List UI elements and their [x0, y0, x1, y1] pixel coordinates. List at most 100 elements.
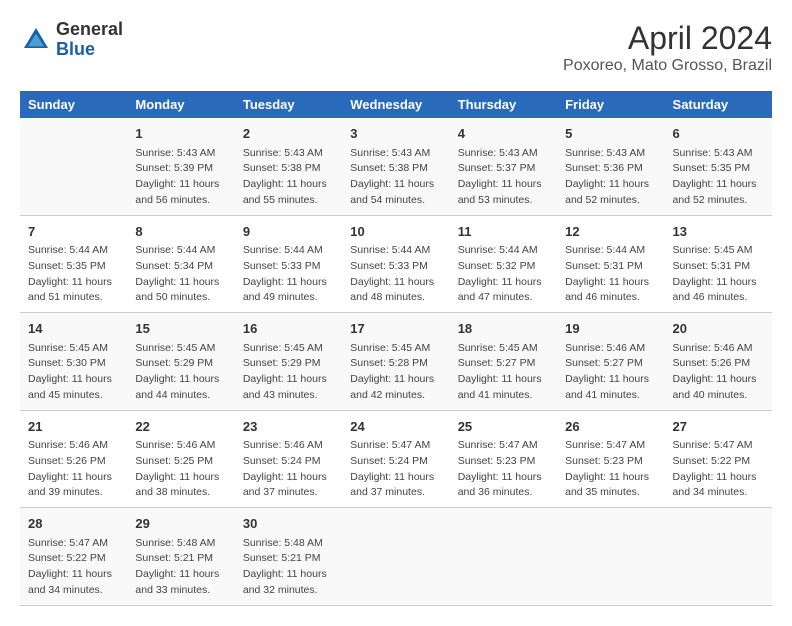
- day-number: 21: [28, 417, 119, 437]
- day-cell: 20 Sunrise: 5:46 AM Sunset: 5:26 PM Dayli…: [665, 313, 772, 411]
- day-cell: 25Sunrise: 5:47 AM Sunset: 5:23 PM Dayli…: [450, 410, 557, 508]
- day-info: Sunrise: 5:44 AM Sunset: 5:32 PM Dayligh…: [458, 244, 542, 303]
- day-cell: [342, 508, 449, 606]
- day-cell: [20, 118, 127, 215]
- column-header-tuesday: Tuesday: [235, 91, 342, 118]
- day-info: Sunrise: 5:44 AM Sunset: 5:33 PM Dayligh…: [243, 244, 327, 303]
- day-number: 22: [135, 417, 226, 437]
- day-info: Sunrise: 5:47 AM Sunset: 5:22 PM Dayligh…: [673, 439, 757, 498]
- day-number: 2: [243, 124, 334, 144]
- week-row-2: 7Sunrise: 5:44 AM Sunset: 5:35 PM Daylig…: [20, 215, 772, 313]
- day-cell: 23Sunrise: 5:46 AM Sunset: 5:24 PM Dayli…: [235, 410, 342, 508]
- logo-blue-text: Blue: [56, 39, 95, 59]
- logo-general-text: General: [56, 19, 123, 39]
- day-info: Sunrise: 5:45 AM Sunset: 5:31 PM Dayligh…: [673, 244, 757, 303]
- day-number: 5: [565, 124, 656, 144]
- day-number: 13: [673, 222, 764, 242]
- day-number: 4: [458, 124, 549, 144]
- day-info: Sunrise: 5:43 AM Sunset: 5:36 PM Dayligh…: [565, 147, 649, 206]
- day-cell: 21Sunrise: 5:46 AM Sunset: 5:26 PM Dayli…: [20, 410, 127, 508]
- day-number: 20: [673, 319, 764, 339]
- day-cell: 2 Sunrise: 5:43 AM Sunset: 5:38 PM Daylig…: [235, 118, 342, 215]
- day-number: 29: [135, 514, 226, 534]
- day-cell: 26Sunrise: 5:47 AM Sunset: 5:23 PM Dayli…: [557, 410, 664, 508]
- day-info: Sunrise: 5:48 AM Sunset: 5:21 PM Dayligh…: [243, 537, 327, 596]
- month-year: April 2024: [563, 20, 772, 57]
- week-row-3: 14 Sunrise: 5:45 AM Sunset: 5:30 PM Dayli…: [20, 313, 772, 411]
- day-cell: 8Sunrise: 5:44 AM Sunset: 5:34 PM Daylig…: [127, 215, 234, 313]
- day-number: 12: [565, 222, 656, 242]
- day-info: Sunrise: 5:43 AM Sunset: 5:35 PM Dayligh…: [673, 147, 757, 206]
- day-cell: 28 Sunrise: 5:47 AM Sunset: 5:22 PM Dayli…: [20, 508, 127, 606]
- day-info: Sunrise: 5:44 AM Sunset: 5:33 PM Dayligh…: [350, 244, 434, 303]
- day-number: 10: [350, 222, 441, 242]
- day-info: Sunrise: 5:48 AM Sunset: 5:21 PM Dayligh…: [135, 537, 219, 596]
- day-cell: 4 Sunrise: 5:43 AM Sunset: 5:37 PM Daylig…: [450, 118, 557, 215]
- column-header-monday: Monday: [127, 91, 234, 118]
- column-header-friday: Friday: [557, 91, 664, 118]
- day-number: 24: [350, 417, 441, 437]
- day-number: 15: [135, 319, 226, 339]
- day-cell: [665, 508, 772, 606]
- day-info: Sunrise: 5:46 AM Sunset: 5:26 PM Dayligh…: [673, 342, 757, 401]
- day-info: Sunrise: 5:45 AM Sunset: 5:30 PM Dayligh…: [28, 342, 112, 401]
- day-cell: [557, 508, 664, 606]
- day-number: 25: [458, 417, 549, 437]
- day-info: Sunrise: 5:45 AM Sunset: 5:29 PM Dayligh…: [243, 342, 327, 401]
- day-number: 30: [243, 514, 334, 534]
- day-number: 9: [243, 222, 334, 242]
- day-info: Sunrise: 5:46 AM Sunset: 5:26 PM Dayligh…: [28, 439, 112, 498]
- day-info: Sunrise: 5:47 AM Sunset: 5:23 PM Dayligh…: [458, 439, 542, 498]
- logo: General Blue: [20, 20, 123, 60]
- calendar-table: SundayMondayTuesdayWednesdayThursdayFrid…: [20, 91, 772, 606]
- column-header-thursday: Thursday: [450, 91, 557, 118]
- day-cell: 19Sunrise: 5:46 AM Sunset: 5:27 PM Dayli…: [557, 313, 664, 411]
- day-info: Sunrise: 5:47 AM Sunset: 5:23 PM Dayligh…: [565, 439, 649, 498]
- day-info: Sunrise: 5:44 AM Sunset: 5:31 PM Dayligh…: [565, 244, 649, 303]
- day-number: 6: [673, 124, 764, 144]
- day-info: Sunrise: 5:46 AM Sunset: 5:24 PM Dayligh…: [243, 439, 327, 498]
- location: Poxoreo, Mato Grosso, Brazil: [563, 57, 772, 75]
- day-info: Sunrise: 5:46 AM Sunset: 5:27 PM Dayligh…: [565, 342, 649, 401]
- day-cell: 18Sunrise: 5:45 AM Sunset: 5:27 PM Dayli…: [450, 313, 557, 411]
- day-number: 14: [28, 319, 119, 339]
- day-cell: 30 Sunrise: 5:48 AM Sunset: 5:21 PM Dayli…: [235, 508, 342, 606]
- day-number: 23: [243, 417, 334, 437]
- day-info: Sunrise: 5:43 AM Sunset: 5:38 PM Dayligh…: [243, 147, 327, 206]
- day-cell: 29 Sunrise: 5:48 AM Sunset: 5:21 PM Dayli…: [127, 508, 234, 606]
- page-header: General Blue April 2024 Poxoreo, Mato Gr…: [20, 20, 772, 75]
- day-cell: 7Sunrise: 5:44 AM Sunset: 5:35 PM Daylig…: [20, 215, 127, 313]
- day-cell: 24Sunrise: 5:47 AM Sunset: 5:24 PM Dayli…: [342, 410, 449, 508]
- day-cell: 1 Sunrise: 5:43 AM Sunset: 5:39 PM Daylig…: [127, 118, 234, 215]
- day-number: 27: [673, 417, 764, 437]
- day-number: 7: [28, 222, 119, 242]
- day-number: 26: [565, 417, 656, 437]
- day-cell: 13Sunrise: 5:45 AM Sunset: 5:31 PM Dayli…: [665, 215, 772, 313]
- day-number: 28: [28, 514, 119, 534]
- day-number: 16: [243, 319, 334, 339]
- day-number: 18: [458, 319, 549, 339]
- day-info: Sunrise: 5:43 AM Sunset: 5:39 PM Dayligh…: [135, 147, 219, 206]
- day-cell: 6 Sunrise: 5:43 AM Sunset: 5:35 PM Daylig…: [665, 118, 772, 215]
- logo-icon: [20, 24, 52, 56]
- day-number: 17: [350, 319, 441, 339]
- day-info: Sunrise: 5:43 AM Sunset: 5:37 PM Dayligh…: [458, 147, 542, 206]
- day-cell: 15Sunrise: 5:45 AM Sunset: 5:29 PM Dayli…: [127, 313, 234, 411]
- week-row-4: 21Sunrise: 5:46 AM Sunset: 5:26 PM Dayli…: [20, 410, 772, 508]
- calendar-header-row: SundayMondayTuesdayWednesdayThursdayFrid…: [20, 91, 772, 118]
- day-cell: 16 Sunrise: 5:45 AM Sunset: 5:29 PM Dayli…: [235, 313, 342, 411]
- day-number: 3: [350, 124, 441, 144]
- column-header-sunday: Sunday: [20, 91, 127, 118]
- day-cell: 27Sunrise: 5:47 AM Sunset: 5:22 PM Dayli…: [665, 410, 772, 508]
- day-info: Sunrise: 5:45 AM Sunset: 5:28 PM Dayligh…: [350, 342, 434, 401]
- day-cell: 22Sunrise: 5:46 AM Sunset: 5:25 PM Dayli…: [127, 410, 234, 508]
- day-info: Sunrise: 5:47 AM Sunset: 5:22 PM Dayligh…: [28, 537, 112, 596]
- day-cell: 5 Sunrise: 5:43 AM Sunset: 5:36 PM Daylig…: [557, 118, 664, 215]
- day-number: 1: [135, 124, 226, 144]
- day-number: 8: [135, 222, 226, 242]
- day-info: Sunrise: 5:47 AM Sunset: 5:24 PM Dayligh…: [350, 439, 434, 498]
- day-number: 11: [458, 222, 549, 242]
- column-header-wednesday: Wednesday: [342, 91, 449, 118]
- column-header-saturday: Saturday: [665, 91, 772, 118]
- day-cell: 14 Sunrise: 5:45 AM Sunset: 5:30 PM Dayli…: [20, 313, 127, 411]
